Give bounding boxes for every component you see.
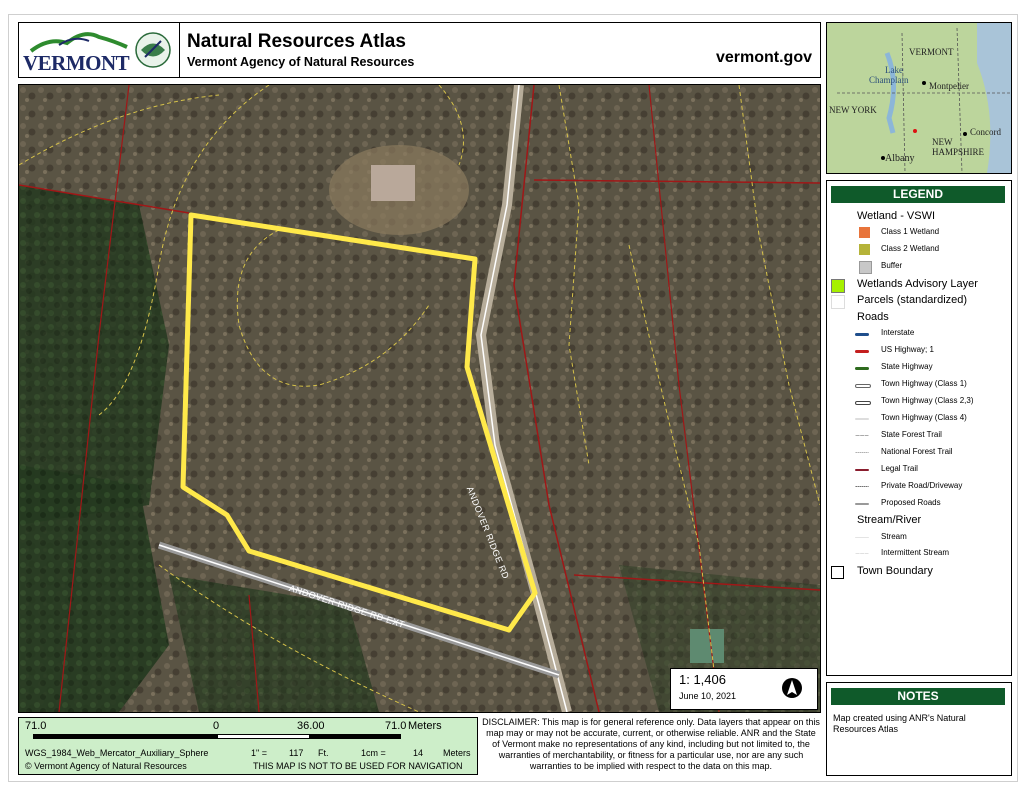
legend-buffer: Buffer — [827, 260, 1011, 274]
legend-legal-trail: Legal Trail — [827, 463, 1011, 477]
legend-title: LEGEND — [831, 186, 1005, 203]
inch-label: 1" = — [251, 748, 267, 758]
inset-label-albany: Albany — [885, 153, 915, 164]
disclaimer-text: DISCLAIMER: This map is for general refe… — [482, 717, 820, 771]
town4-line-icon — [855, 418, 869, 420]
building-roof-south — [690, 629, 724, 663]
legend-town4: Town Highway (Class 4) — [827, 412, 1011, 426]
cm-unit: Meters — [443, 748, 471, 758]
projection-label: WGS_1984_Web_Mercator_Auxiliary_Sphere — [25, 748, 209, 758]
town-boundary-swatch — [831, 566, 844, 579]
advisory-swatch — [831, 279, 845, 293]
state-highway-line-icon — [855, 367, 869, 370]
legend-intermittent: Intermittent Stream — [827, 547, 1011, 561]
proposed-road-line-icon — [855, 503, 869, 505]
legend-stream: Stream — [827, 531, 1011, 545]
map-date: June 10, 2021 — [679, 691, 737, 701]
page-title: Natural Resources Atlas — [187, 31, 406, 52]
north-arrow-icon — [782, 678, 802, 698]
stream-line-icon — [855, 537, 869, 538]
inset-label-new: NEW — [932, 137, 953, 147]
legend-state-forest: State Forest Trail — [827, 429, 1011, 443]
legend-stream-title: Stream/River — [857, 514, 922, 526]
inset-label-vermont: VERMONT — [909, 47, 954, 57]
inset-label-concord: Concord — [970, 127, 1001, 137]
legend-class1: Class 1 Wetland — [827, 226, 1011, 240]
legend-proposed: Proposed Roads — [827, 497, 1011, 511]
private-road-line-icon — [855, 486, 869, 487]
inset-label-lake: Lake — [885, 65, 903, 75]
navigation-warning: THIS MAP IS NOT TO BE USED FOR NAVIGATIO… — [253, 761, 463, 771]
map-view[interactable]: ANDOVER RIDGE RD ANDOVER RIDGE RD EXT — [18, 84, 821, 713]
legal-trail-line-icon — [855, 469, 869, 471]
intermittent-stream-line-icon — [855, 553, 869, 554]
inset-label-hampshire: HAMPSHIRE — [932, 147, 985, 157]
page-subtitle: Vermont Agency of Natural Resources — [187, 55, 415, 69]
legend-wetland-title: Wetland - VSWI — [857, 210, 936, 222]
scalebar-zero: 0 — [213, 720, 220, 732]
building-roof — [371, 165, 415, 201]
interstate-line-icon — [855, 333, 869, 336]
legend-town23: Town Highway (Class 2,3) — [827, 395, 1011, 409]
legend-class2: Class 2 Wetland — [827, 243, 1011, 257]
notes-panel: NOTES Map created using ANR's Natural Re… — [826, 682, 1012, 776]
notes-title: NOTES — [831, 688, 1005, 705]
scale-box: 1: 1,406 June 10, 2021 — [670, 668, 818, 710]
aerial-imagery — [19, 85, 820, 712]
class2-swatch — [859, 244, 870, 255]
legend-town1: Town Highway (Class 1) — [827, 378, 1011, 392]
scalebar-mid-value: 36.00 — [297, 720, 325, 732]
vermont-mountain-logo — [29, 32, 128, 53]
legend-parcels: Parcels (standardized) — [827, 294, 1011, 309]
scalebar-segment-mid — [217, 734, 311, 739]
copyright-text: © Vermont Agency of Natural Resources — [25, 761, 187, 771]
inch-unit: Ft. — [318, 748, 329, 758]
logo-area: VERMONT — [19, 23, 180, 77]
legend-panel: LEGEND Wetland - VSWI Class 1 Wetland Cl… — [826, 180, 1012, 676]
national-forest-line-icon — [855, 452, 869, 453]
inset-label-champlain: Champlain — [869, 75, 909, 85]
legend-roads-title: Roads — [857, 311, 889, 323]
map-header: VERMONT Natural Resources Atlas Vermont … — [18, 22, 821, 78]
legend-advisory: Wetlands Advisory Layer — [827, 278, 1011, 293]
anr-seal-icon — [135, 32, 171, 68]
legend-interstate: Interstate — [827, 327, 1011, 341]
inch-value: 117 — [289, 748, 304, 758]
scalebar-left-value: 71.0 — [25, 720, 47, 732]
inset-label-new-york: NEW YORK — [829, 105, 877, 115]
map-scale-text: 1: 1,406 — [679, 672, 726, 687]
us-highway-line-icon — [855, 350, 869, 353]
cm-value: 14 — [413, 748, 424, 758]
class1-swatch — [859, 227, 870, 238]
scalebar-segment-left — [33, 734, 217, 739]
scale-bar-panel: 71.0 0 36.00 71.0 Meters WGS_1984_Web_Me… — [18, 717, 478, 775]
legend-private-road: Private Road/Driveway — [827, 480, 1011, 494]
inset-locator-map: VERMONT Lake Champlain Montpelier NEW YO… — [826, 22, 1012, 174]
scalebar-right-value: 71.0 — [385, 720, 407, 732]
scalebar-unit: Meters — [408, 720, 442, 732]
inset-label-montpelier: Montpelier — [929, 81, 969, 91]
state-forest-line-icon — [855, 435, 869, 436]
legend-us-highway: US Highway; 1 — [827, 344, 1011, 358]
parcels-swatch — [831, 295, 845, 309]
town1-line-icon — [855, 384, 871, 388]
scalebar-segment-right — [309, 734, 401, 739]
legend-state-highway: State Highway — [827, 361, 1011, 375]
town23-line-icon — [855, 401, 871, 405]
legend-town-boundary: Town Boundary — [827, 565, 1011, 579]
vermont-wordmark: VERMONT — [23, 51, 130, 75]
buffer-swatch — [859, 261, 872, 274]
vermont-gov-link[interactable]: vermont.gov — [716, 49, 812, 67]
legend-national-forest: National Forest Trail — [827, 446, 1011, 460]
notes-text: Map created using ANR's Natural Resource… — [833, 713, 966, 734]
cm-label: 1cm = — [361, 748, 386, 758]
